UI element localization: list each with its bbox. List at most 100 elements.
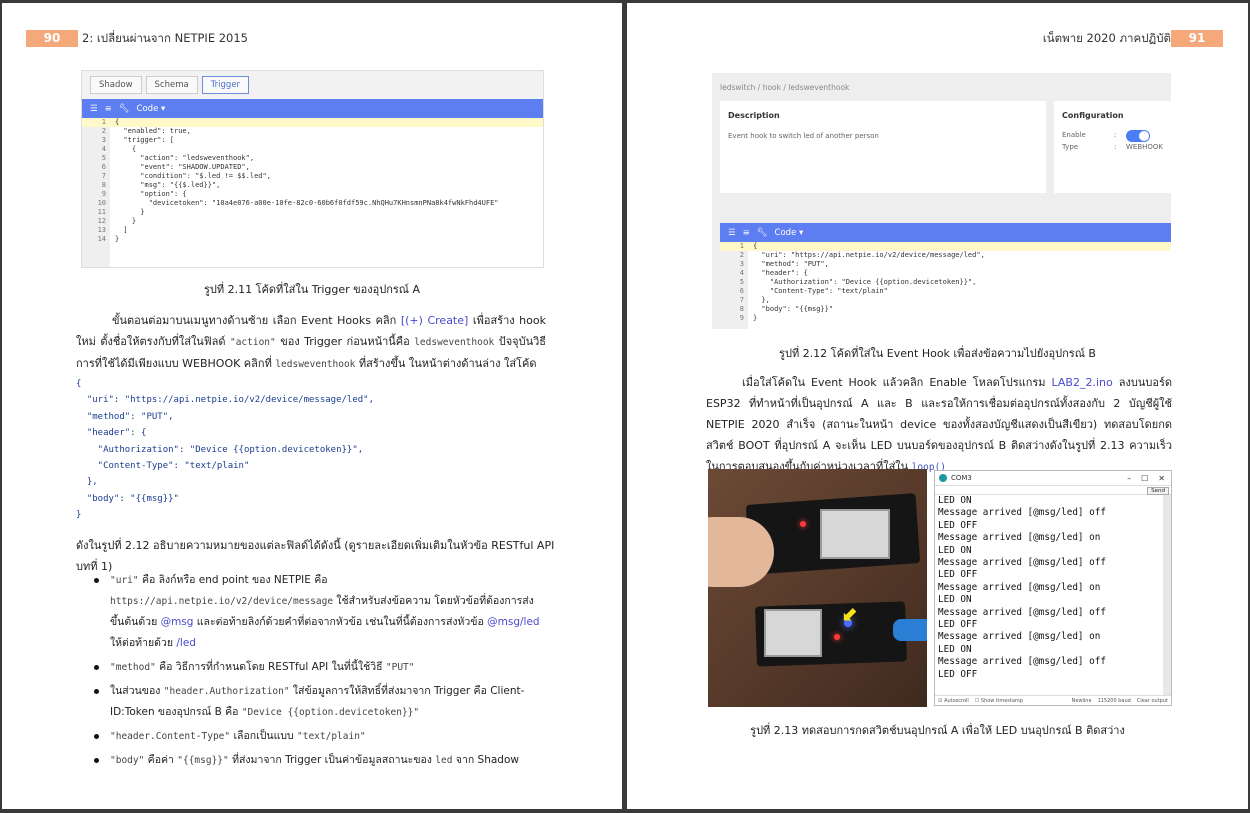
wrench-icon: 🔧︎ (756, 227, 768, 238)
code-line: 4 { (82, 145, 543, 154)
code-line: 11 } (82, 208, 543, 217)
window-title: COM3 (951, 474, 972, 482)
serial-line: Message arrived [@msg/led] on (938, 631, 1101, 643)
line-number: 3 (739, 260, 744, 268)
editor-toolbar: ☰ ≡ 🔧︎ Code ▾ (720, 223, 1171, 242)
line-number: 8 (101, 181, 106, 189)
code-text: "condition": "$.led != $$.led", (115, 172, 271, 180)
configuration-title: Configuration (1062, 111, 1124, 120)
usb-cable (893, 619, 927, 641)
event-hook-screenshot: ledswitch / hook / ledsweventhook Descri… (712, 73, 1171, 329)
code-line: 9} (720, 314, 1171, 323)
code-line: 3 "method": "PUT", (720, 260, 1171, 269)
code-text: "Authorization": "Device {{option.device… (753, 278, 977, 286)
page-number: 91 (1171, 30, 1223, 47)
serial-line: Message arrived [@msg/led] on (938, 581, 1101, 593)
inline-code: ledsweventhook (414, 337, 495, 348)
code-text: }, (753, 296, 770, 304)
line-number: 6 (101, 163, 106, 171)
line-number: 13 (97, 226, 106, 234)
line-number: 7 (101, 172, 106, 180)
line-number: 4 (739, 269, 744, 277)
code-text: "header": { (753, 269, 808, 277)
serial-monitor-window: COM3 – ☐ ✕ Send LED ON Message arrived [@ms… (934, 470, 1172, 706)
serial-output: LED ON Message arrived [@msg/led] off LED … (935, 495, 1171, 695)
code-area: 1{2 "uri": "https://api.netpie.io/v2/dev… (720, 242, 1171, 329)
code-text: } (753, 314, 758, 322)
arrow-icon: ⬋ (842, 601, 859, 625)
line-number: 1 (101, 118, 106, 126)
running-header: เน็ตพาย 2020 ภาคปฏิบัติ (1042, 31, 1171, 45)
close-icon: ✕ (1158, 473, 1165, 483)
code-text: } (115, 217, 137, 225)
code-line: 6 "Content-Type": "text/plain" (720, 287, 1171, 296)
serial-line: LED ON (938, 544, 972, 556)
type-row: Type : WEBHOOK (1062, 143, 1164, 151)
code-line: 13 ] (82, 226, 543, 235)
text: เมื่อใส่โค้ดใน Event Hook แล้วคลิก Enabl… (742, 376, 1052, 389)
boards-photo: ⬋ (708, 469, 927, 707)
line-number: 8 (739, 305, 744, 313)
line-number: 9 (739, 314, 744, 322)
esp32-module (820, 509, 890, 559)
text: ของ Trigger ก่อนหน้านี้คือ (275, 335, 415, 348)
code-mode-label: Code ▾ (136, 103, 166, 114)
figure-caption: รูปที่ 2.12 โค้ดที่ใส่ใน Event Hook เพื่… (779, 347, 1096, 360)
tab-shadow: Shadow (90, 76, 142, 94)
code-line: 12 } (82, 217, 543, 226)
code-text: } (115, 208, 145, 216)
code-line: 8 "body": "{{msg}}" (720, 305, 1171, 314)
line-ending-select: Newline (1071, 697, 1092, 704)
text: ที่สร้างขึ้น ในหน้าต่างด้านล่าง ใส่โค้ด (355, 357, 537, 370)
serial-line: LED OFF (938, 668, 978, 680)
line-number: 5 (101, 154, 106, 162)
serial-line: Message arrived [@msg/led] off (938, 606, 1106, 618)
list-item: ในส่วนของ "header.Authorization" ใส่ข้อม… (94, 681, 546, 723)
compact-icon: ≡ (104, 103, 112, 114)
serial-line: LED ON (938, 643, 972, 655)
serial-line: LED OFF (938, 619, 978, 631)
red-led (800, 521, 806, 527)
editor-toolbar: ☰ ≡ 🔧︎ Code ▾ (82, 99, 543, 118)
breadcrumb: ledswitch / hook / ledsweventhook (720, 83, 850, 92)
code-line: 4 "header": { (720, 269, 1171, 278)
line-number: 3 (101, 136, 106, 144)
red-led (834, 634, 840, 640)
code-text: } (115, 235, 120, 243)
code-text: "enabled": true, (115, 127, 191, 135)
code-line: 6 "event": "SHADOW.UPDATED", (82, 163, 543, 172)
code-text: "event": "SHADOW.UPDATED", (115, 163, 250, 171)
line-number: 11 (97, 208, 106, 216)
description-text: Event hook to switch led of another pers… (728, 132, 879, 140)
arduino-icon (939, 474, 947, 482)
left-page: 90 2: เปลี่ยนผ่านจาก NETPIE 2015 Shadow … (2, 3, 622, 809)
autoscroll-checkbox: ☑ Autoscroll (938, 697, 969, 704)
line-number: 2 (739, 251, 744, 259)
serial-line: Message arrived [@msg/led] off (938, 557, 1106, 569)
configuration-card: Configuration Enable : Type : WEBHOOK (1054, 101, 1171, 193)
code-text: "body": "{{msg}}" (753, 305, 834, 313)
enable-row: Enable : (1062, 131, 1117, 139)
send-button: Send (1147, 487, 1169, 495)
code-mode-label: Code ▾ (774, 227, 804, 238)
tab-schema: Schema (145, 76, 198, 94)
line-number: 7 (739, 296, 744, 304)
paragraph: เมื่อใส่โค้ดใน Event Hook แล้วคลิก Enabl… (706, 372, 1172, 478)
line-number: 10 (97, 199, 106, 207)
serial-line: Message arrived [@msg/led] off (938, 656, 1106, 668)
compact-icon: ≡ (742, 227, 750, 238)
code-block: { "uri": "https://api.netpie.io/v2/devic… (76, 379, 375, 521)
text: ลงบนบอร์ด ESP32 ที่ทำหน้าที่เป็นอุปกรณ์ … (706, 376, 1172, 473)
list-item: "method" คือ วิธีการที่กำหนดโดย RESTful … (94, 657, 546, 678)
serial-line: LED OFF (938, 519, 978, 531)
description-title: Description (728, 111, 780, 120)
line-number: 9 (101, 190, 106, 198)
code-text: "action": "ledsweventhook", (115, 154, 255, 162)
paragraph: ขั้นตอนต่อมาบนเมนูทางด้านซ้าย เลือก Even… (76, 310, 546, 375)
line-number: 12 (97, 217, 106, 225)
timestamp-checkbox: ☐ Show timestamp (974, 697, 1023, 704)
code-text: "devicetoken": "10a4e076-a00e-10fe-82c0-… (115, 199, 499, 207)
code-line: 1{ (720, 242, 1171, 251)
scrollbar (1163, 495, 1171, 695)
code-line: 5 "action": "ledsweventhook", (82, 154, 543, 163)
